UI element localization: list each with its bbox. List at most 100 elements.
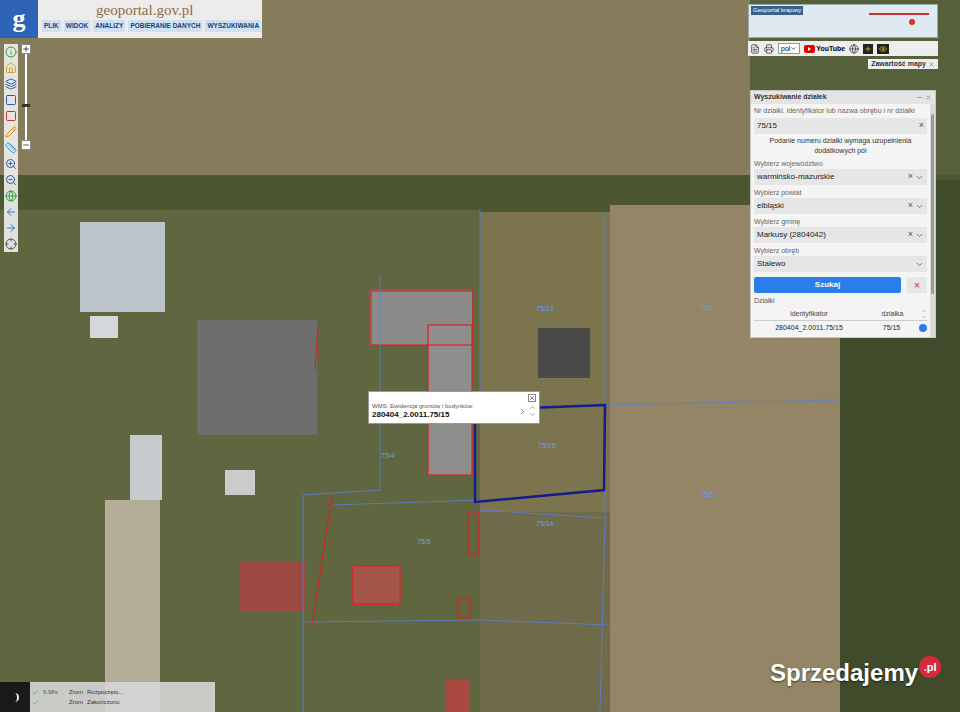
popup-parcel-id[interactable]: 280404_2.0011.75/15 — [372, 410, 516, 420]
minimap-title: Geoportal krajowy — [751, 6, 803, 15]
menu-item[interactable]: ANALIZY — [93, 20, 125, 32]
top-right-tools: Geoportal krajowy pol YouTube Zawartość map… — [748, 4, 938, 69]
parcel-search-panel: Wyszukiwanie działekNr działki, identyfi… — [750, 90, 936, 338]
menu-item[interactable]: WYSZUKIWANIA — [205, 20, 261, 32]
eye-icon[interactable] — [877, 44, 889, 54]
chevron-icon[interactable] — [915, 231, 924, 240]
parcel-number-input[interactable]: 75/15× — [754, 118, 927, 134]
parcel-label: 75/6 — [417, 538, 431, 545]
tool-icon[interactable] — [5, 110, 17, 122]
popup-layer: WMS: Ewidencja gruntów i budynków: — [372, 402, 516, 410]
search-button[interactable]: Szukaj — [754, 277, 901, 293]
select-input[interactable]: elbląski× — [754, 198, 927, 214]
main-menu: PLIKWIDOKANALIZYPOBIERANIE DANYCHWYSZUKI… — [42, 20, 262, 34]
building — [90, 316, 118, 338]
document-icon[interactable] — [750, 44, 760, 54]
chevron-icon[interactable] — [915, 260, 924, 269]
tool-icon[interactable] — [5, 206, 17, 218]
field-label: Wybierz powiat — [754, 187, 927, 198]
select-field: Wybierz obrębStalewo — [754, 245, 927, 272]
select-input[interactable]: Markusy (2804042)× — [754, 227, 927, 243]
close-icon[interactable] — [925, 94, 932, 101]
building — [197, 320, 317, 435]
moon-icon[interactable] — [0, 682, 30, 712]
field-hint: Podanie numeru działki wymaga uzupełnien… — [754, 136, 927, 156]
tool-icon[interactable] — [5, 158, 17, 170]
cancel-button[interactable]: × — [907, 277, 927, 293]
column-header[interactable]: identyfikator — [754, 309, 864, 320]
close-icon[interactable] — [528, 394, 536, 402]
chevron-icon[interactable] — [915, 173, 924, 182]
status-row: 6.98sZromRozpoczęto... — [32, 688, 124, 696]
youtube-link[interactable]: YouTube — [804, 44, 845, 53]
table-header: identyfikatordziałka — [754, 308, 927, 321]
parcel-label: 75/12 — [536, 305, 554, 312]
minimap[interactable]: Geoportal krajowy — [748, 4, 938, 38]
building — [445, 680, 470, 712]
minimize-icon[interactable] — [916, 94, 923, 101]
menu-item[interactable]: WIDOK — [64, 20, 90, 32]
select-field: Wybierz gminęMarkusy (2804042)× — [754, 216, 927, 243]
tool-icon[interactable] — [5, 46, 17, 58]
minimap-marker — [909, 19, 915, 25]
parcel-label: 75/14 — [536, 520, 554, 527]
tool-icon[interactable] — [5, 174, 17, 186]
zoom-to-icon[interactable] — [919, 324, 927, 332]
zoom-slider[interactable] — [21, 44, 31, 252]
chevron-icon[interactable] — [915, 202, 924, 211]
tool-icon[interactable] — [5, 78, 17, 90]
watermark: Sprzedajemy.pl — [770, 658, 941, 688]
add-icon[interactable] — [863, 44, 873, 54]
road — [105, 500, 160, 712]
clear-button[interactable]: × — [919, 119, 924, 133]
menu-item[interactable]: PLIK — [42, 20, 61, 32]
chevron-right-icon[interactable] — [518, 407, 527, 416]
clear-button[interactable]: × — [906, 170, 915, 184]
table-row[interactable]: 280404_2.0011.75/1575/15 — [754, 321, 927, 335]
select-input[interactable]: warmińsko-mazurskie× — [754, 169, 927, 185]
select-input[interactable]: Stalewo — [754, 256, 927, 272]
zoom-out-icon[interactable] — [21, 140, 31, 150]
results-table: identyfikatordziałka280404_2.0011.75/157… — [754, 308, 927, 335]
map-contents-button[interactable]: Zawartość mapy — [868, 59, 938, 69]
scrollbar-thumb[interactable] — [931, 114, 934, 294]
yard — [0, 210, 480, 712]
field-label: Wybierz województwo — [754, 158, 927, 169]
scrollbar[interactable] — [930, 104, 935, 337]
status-panel: 6.98sZromRozpoczęto... ZromZakończono — [0, 682, 215, 712]
logo-icon[interactable]: g — [0, 0, 38, 38]
zoom-handle[interactable] — [22, 104, 30, 107]
tool-icon[interactable] — [5, 142, 17, 154]
zoom-in-icon[interactable] — [21, 44, 31, 54]
parcel-label: 75/5 — [700, 491, 714, 498]
column-header[interactable]: działka — [864, 309, 921, 320]
building — [80, 222, 165, 312]
scroll-up-icon[interactable] — [529, 404, 536, 411]
youtube-icon — [804, 45, 815, 53]
clear-button[interactable]: × — [906, 228, 915, 242]
status-row: ZromZakończono — [32, 698, 124, 706]
toolbar: pol YouTube — [748, 41, 938, 56]
building — [130, 435, 162, 500]
language-select[interactable]: pol — [778, 43, 800, 54]
scroll-down-icon[interactable] — [529, 411, 536, 418]
panel-title-bar: Wyszukiwanie działek — [751, 91, 935, 104]
clear-button[interactable]: × — [906, 199, 915, 213]
tool-icon[interactable] — [5, 126, 17, 138]
parcel-label: 75/4 — [381, 452, 395, 459]
tool-icon[interactable] — [5, 190, 17, 202]
printer-icon[interactable] — [764, 44, 774, 54]
menu-item[interactable]: POBIERANIE DANYCH — [128, 20, 202, 32]
tool-icon[interactable] — [5, 222, 17, 234]
globe-icon[interactable] — [849, 44, 859, 54]
check-icon — [32, 699, 39, 706]
parcel-label: 75/15 — [538, 442, 556, 449]
tool-icon[interactable] — [5, 238, 17, 250]
check-icon — [32, 689, 39, 696]
close-icon[interactable] — [928, 61, 935, 68]
tool-icon[interactable] — [5, 62, 17, 74]
logo-text: geoportal.gov.pl — [42, 0, 262, 20]
tool-icon[interactable] — [5, 94, 17, 106]
tank — [225, 470, 255, 495]
garden — [480, 512, 610, 712]
